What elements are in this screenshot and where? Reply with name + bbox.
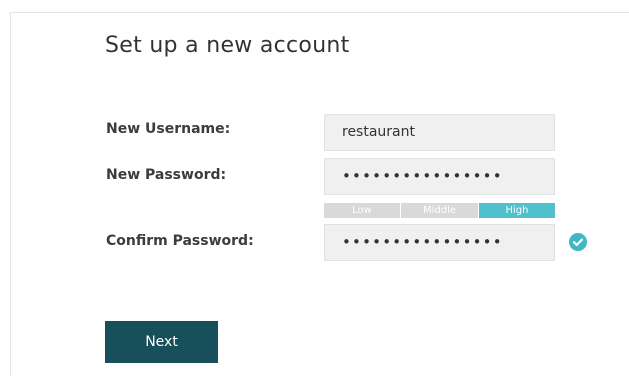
- check-circle-icon: [569, 233, 587, 251]
- password-strength-meter: Low Middle High: [324, 203, 555, 218]
- username-field[interactable]: restaurant: [324, 114, 555, 151]
- strength-middle: Middle: [401, 203, 478, 218]
- confirm-password-label: Confirm Password:: [106, 233, 254, 249]
- password-label: New Password:: [106, 167, 227, 183]
- strength-low: Low: [324, 203, 400, 218]
- username-label: New Username:: [106, 121, 231, 137]
- next-button[interactable]: Next: [105, 321, 218, 363]
- strength-high: High: [479, 203, 555, 218]
- confirm-password-field[interactable]: ••••••••••••••••: [324, 224, 555, 261]
- page-title: Set up a new account: [105, 33, 350, 58]
- password-field[interactable]: ••••••••••••••••: [324, 158, 555, 195]
